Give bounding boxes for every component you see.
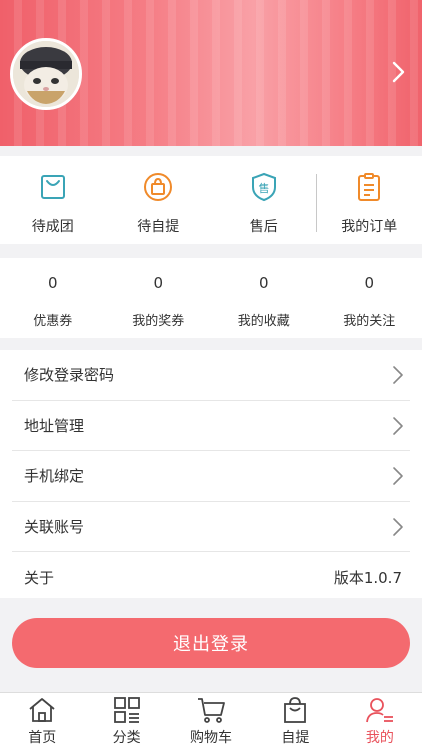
chevron-right-icon	[393, 517, 403, 536]
shopping-bag-icon	[284, 697, 307, 723]
chevron-right-icon	[393, 416, 403, 435]
settings-item-change-password[interactable]: 修改登录密码	[12, 350, 410, 401]
order-pending-group[interactable]: 待成团	[0, 156, 106, 244]
bag-icon	[40, 175, 65, 199]
pickup-bag-icon	[144, 173, 173, 201]
settings-item-label: 手机绑定	[24, 467, 85, 486]
order-after-sales-label: 售后	[249, 219, 278, 235]
order-pending-group-label: 待成团	[31, 219, 74, 235]
tab-home-label: 首页	[28, 730, 57, 746]
settings-item-address[interactable]: 地址管理	[12, 401, 410, 452]
settings-item-label: 地址管理	[24, 416, 85, 435]
after-sales-shield-icon: 售	[251, 172, 276, 202]
tab-mine[interactable]: 我的	[338, 693, 422, 750]
tab-mine-label: 我的	[365, 730, 394, 746]
my-orders[interactable]: 我的订单	[317, 156, 422, 244]
bottom-tab-bar: 首页 分类 购物车 自提 我的	[0, 692, 422, 750]
counters-row: 0 优惠券 0 我的奖券 0 我的收藏 0 我的关注	[0, 258, 422, 338]
tab-pickup[interactable]: 自提	[253, 693, 337, 750]
chevron-right-icon	[393, 467, 403, 485]
counter-prize-tickets-value: 0	[153, 274, 164, 292]
settings-item-label: 修改登录密码	[24, 366, 115, 385]
cart-icon	[198, 698, 225, 723]
tab-pickup-label: 自提	[281, 730, 310, 746]
version-text: 版本1.0.7	[333, 569, 402, 588]
tab-categories-label: 分类	[112, 730, 141, 746]
chevron-right-icon	[393, 366, 403, 384]
counter-coupons-label: 优惠券	[33, 314, 73, 329]
settings-item-phone-binding[interactable]: 手机绑定	[12, 451, 410, 502]
svg-text:售: 售	[258, 181, 269, 195]
settings-list: 修改登录密码 地址管理 手机绑定 关联账号 关于 版本1.0.7	[0, 350, 422, 598]
counter-prize-tickets[interactable]: 0 我的奖券	[106, 258, 212, 338]
order-after-sales[interactable]: 售 售后	[211, 156, 317, 244]
my-orders-label: 我的订单	[341, 219, 398, 235]
counter-following-value: 0	[364, 274, 375, 292]
tab-categories[interactable]: 分类	[84, 693, 168, 750]
home-icon	[29, 698, 55, 722]
counter-favorites[interactable]: 0 我的收藏	[211, 258, 317, 338]
order-status-row: 待成团 待自提 售 售后 我的订单	[0, 156, 422, 244]
order-pending-pickup-label: 待自提	[137, 219, 180, 235]
user-icon	[365, 698, 393, 723]
avatar[interactable]	[10, 38, 82, 110]
settings-item-label: 关联账号	[24, 518, 85, 537]
orders-divider	[316, 174, 317, 232]
counter-favorites-value: 0	[258, 274, 269, 292]
order-pending-pickup[interactable]: 待自提	[106, 156, 212, 244]
counter-coupons[interactable]: 0 优惠券	[0, 258, 106, 338]
counter-prize-tickets-label: 我的奖券	[132, 314, 185, 329]
counter-favorites-label: 我的收藏	[237, 314, 290, 329]
counter-coupons-value: 0	[47, 274, 58, 292]
chevron-right-icon[interactable]	[390, 60, 408, 84]
clipboard-icon	[358, 173, 381, 201]
counter-following[interactable]: 0 我的关注	[317, 258, 422, 338]
tab-cart[interactable]: 购物车	[169, 693, 253, 750]
grid-icon	[113, 697, 140, 723]
settings-item-label: 关于	[24, 569, 55, 588]
logout-button[interactable]: 退出登录	[12, 618, 410, 668]
counter-following-label: 我的关注	[343, 314, 396, 329]
settings-item-about[interactable]: 关于 版本1.0.7	[12, 552, 410, 603]
tab-home[interactable]: 首页	[0, 693, 84, 750]
tab-cart-label: 购物车	[190, 730, 233, 746]
settings-item-linked-accounts[interactable]: 关联账号	[12, 502, 410, 553]
profile-header[interactable]	[0, 0, 422, 146]
